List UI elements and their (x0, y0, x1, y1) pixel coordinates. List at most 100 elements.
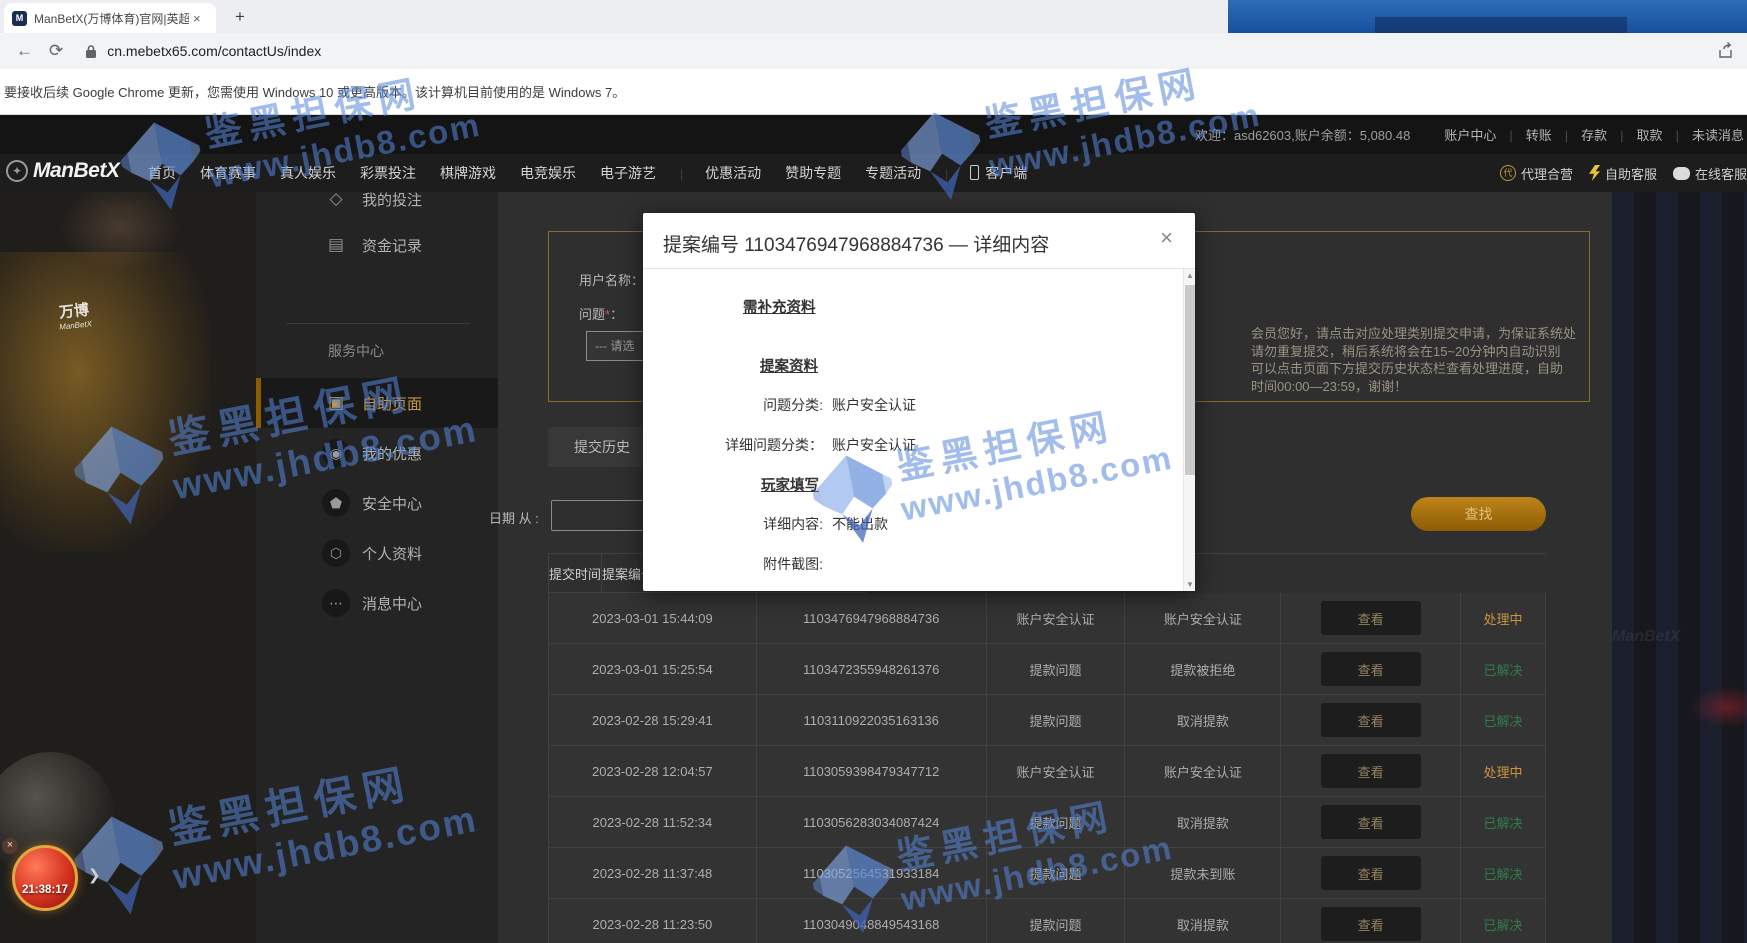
tab-close-icon[interactable]: × (193, 11, 201, 26)
scroll-down-icon[interactable]: ▼ (1185, 580, 1195, 589)
cell-proposal-id: 1103476947968884736 (757, 593, 987, 644)
widget-countdown-time: 21:38:17 (12, 884, 78, 896)
site-logo[interactable]: ✦ ManBetX (6, 159, 119, 183)
nav-item[interactable]: 电竞娱乐 (520, 163, 576, 183)
nav-item[interactable]: 彩票投注 (360, 163, 416, 183)
account-link[interactable]: 未读消息 (1663, 125, 1744, 144)
cell-subcategory: 取消提款 (1125, 695, 1281, 746)
sidebar-item[interactable]: ▤ 资金记录 (256, 222, 498, 268)
account-links: 账户中心转账存款取款未读消息 (1444, 125, 1744, 144)
cell-submit-time: 2023-02-28 11:37:48 (549, 848, 757, 899)
sidebar-item[interactable]: ◉ 我的优惠 (256, 428, 498, 478)
modal-close-icon[interactable]: × (1160, 225, 1173, 251)
cell-detail: 查看 (1281, 695, 1461, 746)
refresh-icon[interactable]: ⟳ (49, 41, 63, 61)
nav-item[interactable]: 客户端 (945, 163, 1027, 183)
logo-emblem-icon: ✦ (6, 160, 28, 182)
sidebar-service-items: ▣ 自助页面 ◉ 我的优惠 ⬟ 安全中心 ⬡ 个人资料 ⋯ 消息中心 (256, 378, 498, 628)
cell-category: 账户安全认证 (987, 746, 1126, 797)
cell-proposal-id: 1103059398479347712 (757, 746, 987, 797)
share-icon[interactable] (1717, 42, 1735, 60)
account-link[interactable]: 转账 (1496, 125, 1551, 144)
widget-expand-chevron-icon[interactable]: ❯ (88, 866, 101, 884)
nav-right-item[interactable]: 代代理合营 (1500, 164, 1573, 183)
background-window-titlebar (1375, 17, 1627, 33)
username-label: 用户名称： (579, 270, 644, 289)
notice-line: 时间00:00—23:59，谢谢！ (1251, 378, 1643, 396)
back-icon[interactable]: ← (16, 41, 33, 61)
cell-subcategory: 取消提款 (1125, 899, 1281, 943)
sidebar-item[interactable]: ⬡ 个人资料 (256, 528, 498, 578)
sidebar-item-icon: ⬡ (322, 539, 350, 567)
nav-right-item[interactable]: 在线客服 (1673, 164, 1747, 183)
screenshot-root: M ManBetX(万博体育)官网|英超狼 × + ← ⟳ cn.mebetx6… (0, 0, 1747, 943)
search-button[interactable]: 查找 (1411, 497, 1546, 531)
modal-field-category: 问题分类:账户安全认证 (643, 395, 916, 415)
cell-status: 处理中 (1461, 746, 1546, 797)
table-header-cell: 提交时间 (549, 554, 602, 593)
tab-submit-history[interactable]: 提交历史 (548, 427, 656, 467)
promo-red-ball-button[interactable] (12, 845, 78, 911)
cell-proposal-id: 1103110922035163136 (757, 695, 987, 746)
widget-close-icon[interactable]: × (2, 838, 18, 854)
sidebar-item-label: 消息中心 (362, 593, 422, 614)
table-row: 2023-02-28 15:29:41 1103110922035163136 … (549, 695, 1546, 746)
nav-item[interactable]: 电子游艺 (600, 163, 656, 183)
cell-submit-time: 2023-02-28 15:29:41 (549, 695, 757, 746)
floating-promo-widget: × 21:38:17 ❯ (0, 830, 120, 943)
view-button[interactable]: 查看 (1321, 754, 1421, 788)
lock-icon (85, 44, 97, 59)
nav-item[interactable]: 赞助专题 (785, 163, 841, 183)
sidebar-item[interactable]: ⬟ 安全中心 (256, 478, 498, 528)
cell-subcategory: 提款未到账 (1125, 848, 1281, 899)
cell-category: 提款问题 (987, 695, 1126, 746)
modal-heading-proposal: 提案资料 (760, 355, 818, 376)
scrollbar-thumb[interactable] (1185, 285, 1195, 475)
cell-proposal-id: 1103472355948261376 (757, 644, 987, 695)
nav-item[interactable]: 专题活动 (865, 163, 921, 183)
account-link[interactable]: 账户中心 (1444, 125, 1496, 144)
sidebar-divider (286, 323, 470, 324)
sidebar-item-icon: ⋯ (322, 589, 350, 617)
question-label: 问题*： (579, 304, 623, 323)
nav-item[interactable]: 优惠活动 (680, 163, 761, 183)
nav-item[interactable]: 棋牌游戏 (440, 163, 496, 183)
cell-submit-time: 2023-03-01 15:44:09 (549, 593, 757, 644)
nav-item[interactable]: 首页 (148, 163, 176, 183)
cell-detail: 查看 (1281, 899, 1461, 943)
status-badge: 已解决 (1484, 864, 1523, 883)
scroll-up-icon[interactable]: ▲ (1185, 271, 1195, 280)
nav-item[interactable]: 真人娱乐 (280, 163, 336, 183)
browser-tab[interactable]: M ManBetX(万博体育)官网|英超狼 × (4, 3, 216, 33)
jersey-sponsor-text: 万博 ManBetX (57, 298, 93, 331)
view-button[interactable]: 查看 (1321, 601, 1421, 635)
account-link[interactable]: 存款 (1552, 125, 1607, 144)
cell-subcategory: 取消提款 (1125, 797, 1281, 848)
view-button[interactable]: 查看 (1321, 907, 1421, 941)
sidebar-item-icon: ◉ (322, 439, 350, 467)
cell-submit-time: 2023-03-01 15:25:54 (549, 644, 757, 695)
table-row: 2023-03-01 15:44:09 1103476947968884736 … (549, 593, 1546, 644)
nav-right-item[interactable]: 自助客服 (1589, 164, 1657, 183)
window-frame-aero (1228, 0, 1747, 33)
status-badge: 处理中 (1484, 762, 1523, 781)
faint-brand-watermark: ManBetX (1612, 628, 1680, 646)
sidebar-item[interactable]: ▣ 自助页面 (256, 378, 498, 428)
nav-right-icon: 代 (1500, 165, 1516, 181)
url-text[interactable]: cn.mebetx65.com/contactUs/index (107, 43, 321, 59)
nav-item[interactable]: 体育赛事 (200, 163, 256, 183)
browser-address-bar: ← ⟳ cn.mebetx65.com/contactUs/index (0, 33, 1747, 69)
modal-heading-supplement: 需补充资料 (743, 296, 816, 317)
account-link[interactable]: 取款 (1607, 125, 1662, 144)
modal-scrollbar[interactable]: ▲ ▼ (1183, 269, 1195, 591)
cell-subcategory: 提款被拒绝 (1125, 644, 1281, 695)
view-button[interactable]: 查看 (1321, 805, 1421, 839)
cell-status: 已解决 (1461, 797, 1546, 848)
sidebar-item[interactable]: ⋯ 消息中心 (256, 578, 498, 628)
view-button[interactable]: 查看 (1321, 856, 1421, 890)
sidebar-item-label: 资金记录 (362, 235, 422, 256)
view-button[interactable]: 查看 (1321, 652, 1421, 686)
sidebar-item-label: 自助页面 (362, 393, 422, 414)
view-button[interactable]: 查看 (1321, 703, 1421, 737)
new-tab-button[interactable]: + (228, 5, 252, 29)
